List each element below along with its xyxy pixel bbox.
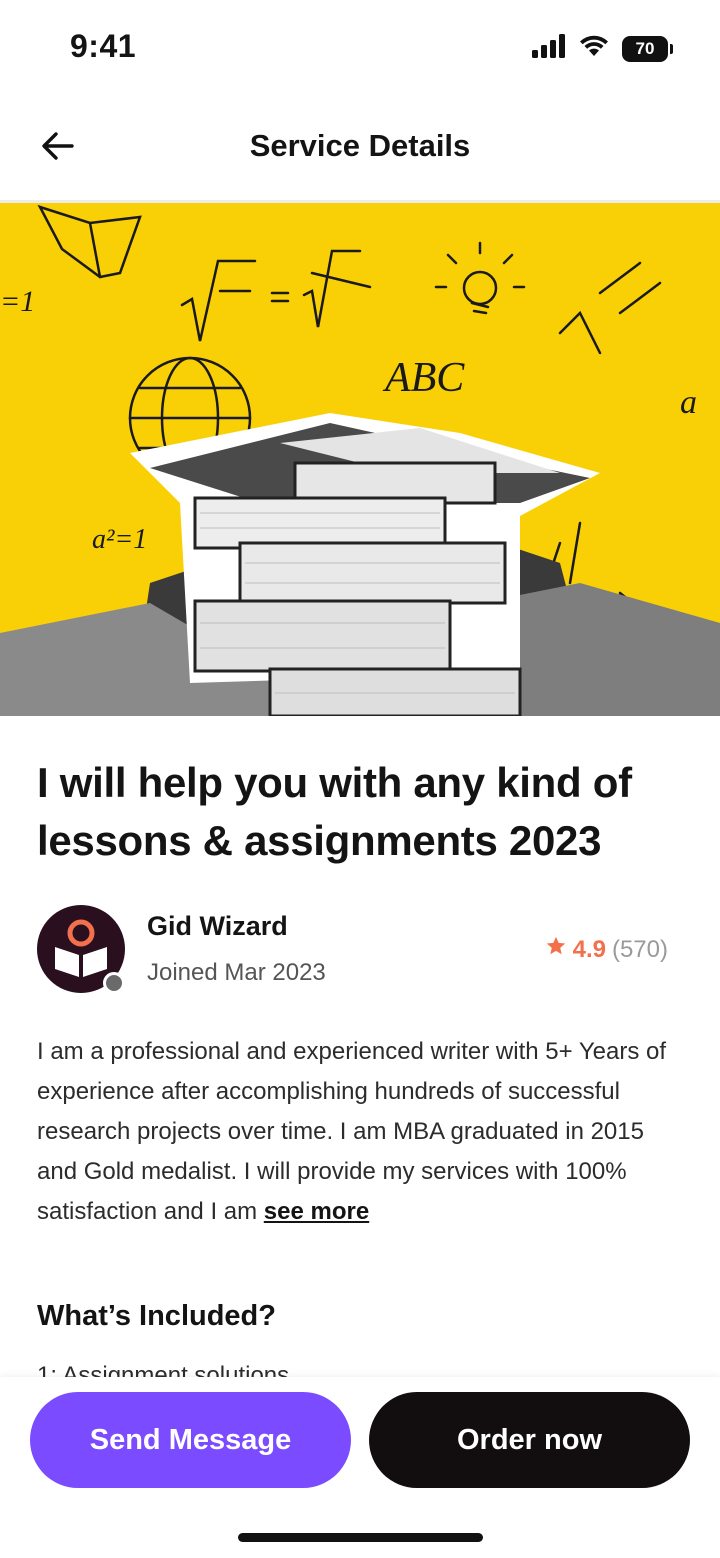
home-indicator[interactable] bbox=[238, 1533, 483, 1542]
see-more-link[interactable]: see more bbox=[264, 1198, 369, 1225]
hero-abc-text: ABC bbox=[382, 355, 465, 401]
star-icon bbox=[545, 935, 567, 964]
status-icons: 70 bbox=[532, 34, 673, 63]
service-title: I will help you with any kind of lessons… bbox=[37, 759, 632, 864]
send-message-button[interactable]: Send Message bbox=[30, 1392, 351, 1488]
hero-formula-text: a²=1 bbox=[92, 524, 147, 555]
seller-name[interactable]: Gid Wizard bbox=[147, 911, 288, 942]
online-status-dot bbox=[103, 972, 125, 994]
wifi-icon bbox=[578, 34, 610, 63]
description-text: I am a professional and experienced writ… bbox=[37, 1038, 667, 1225]
status-bar: 9:41 70 bbox=[0, 0, 720, 96]
status-time: 9:41 bbox=[70, 28, 137, 64]
hero-image: ABC a²=1 =1 a bbox=[0, 203, 720, 716]
page-title: Service Details bbox=[249, 128, 471, 163]
seller-rating[interactable]: 4.9 (570) bbox=[545, 935, 668, 964]
svg-text:a: a bbox=[680, 384, 697, 421]
rating-value: 4.9 bbox=[572, 935, 606, 963]
svg-text:=1: =1 bbox=[0, 285, 35, 318]
seller-joined-date: Joined Mar 2023 bbox=[147, 959, 326, 986]
included-section-title: What’s Included? bbox=[37, 1300, 276, 1332]
review-count: (570) bbox=[611, 935, 668, 963]
seller-row[interactable]: Gid Wizard Joined Mar 2023 4.9 (570) bbox=[37, 905, 683, 995]
order-now-button[interactable]: Order now bbox=[369, 1392, 690, 1488]
bottom-action-bar: Send Message Order now bbox=[0, 1377, 720, 1558]
signal-icon bbox=[532, 34, 566, 63]
battery-icon: 70 bbox=[622, 35, 673, 62]
header: Service Details bbox=[0, 100, 720, 196]
service-description: I am a professional and experienced writ… bbox=[37, 1032, 687, 1232]
